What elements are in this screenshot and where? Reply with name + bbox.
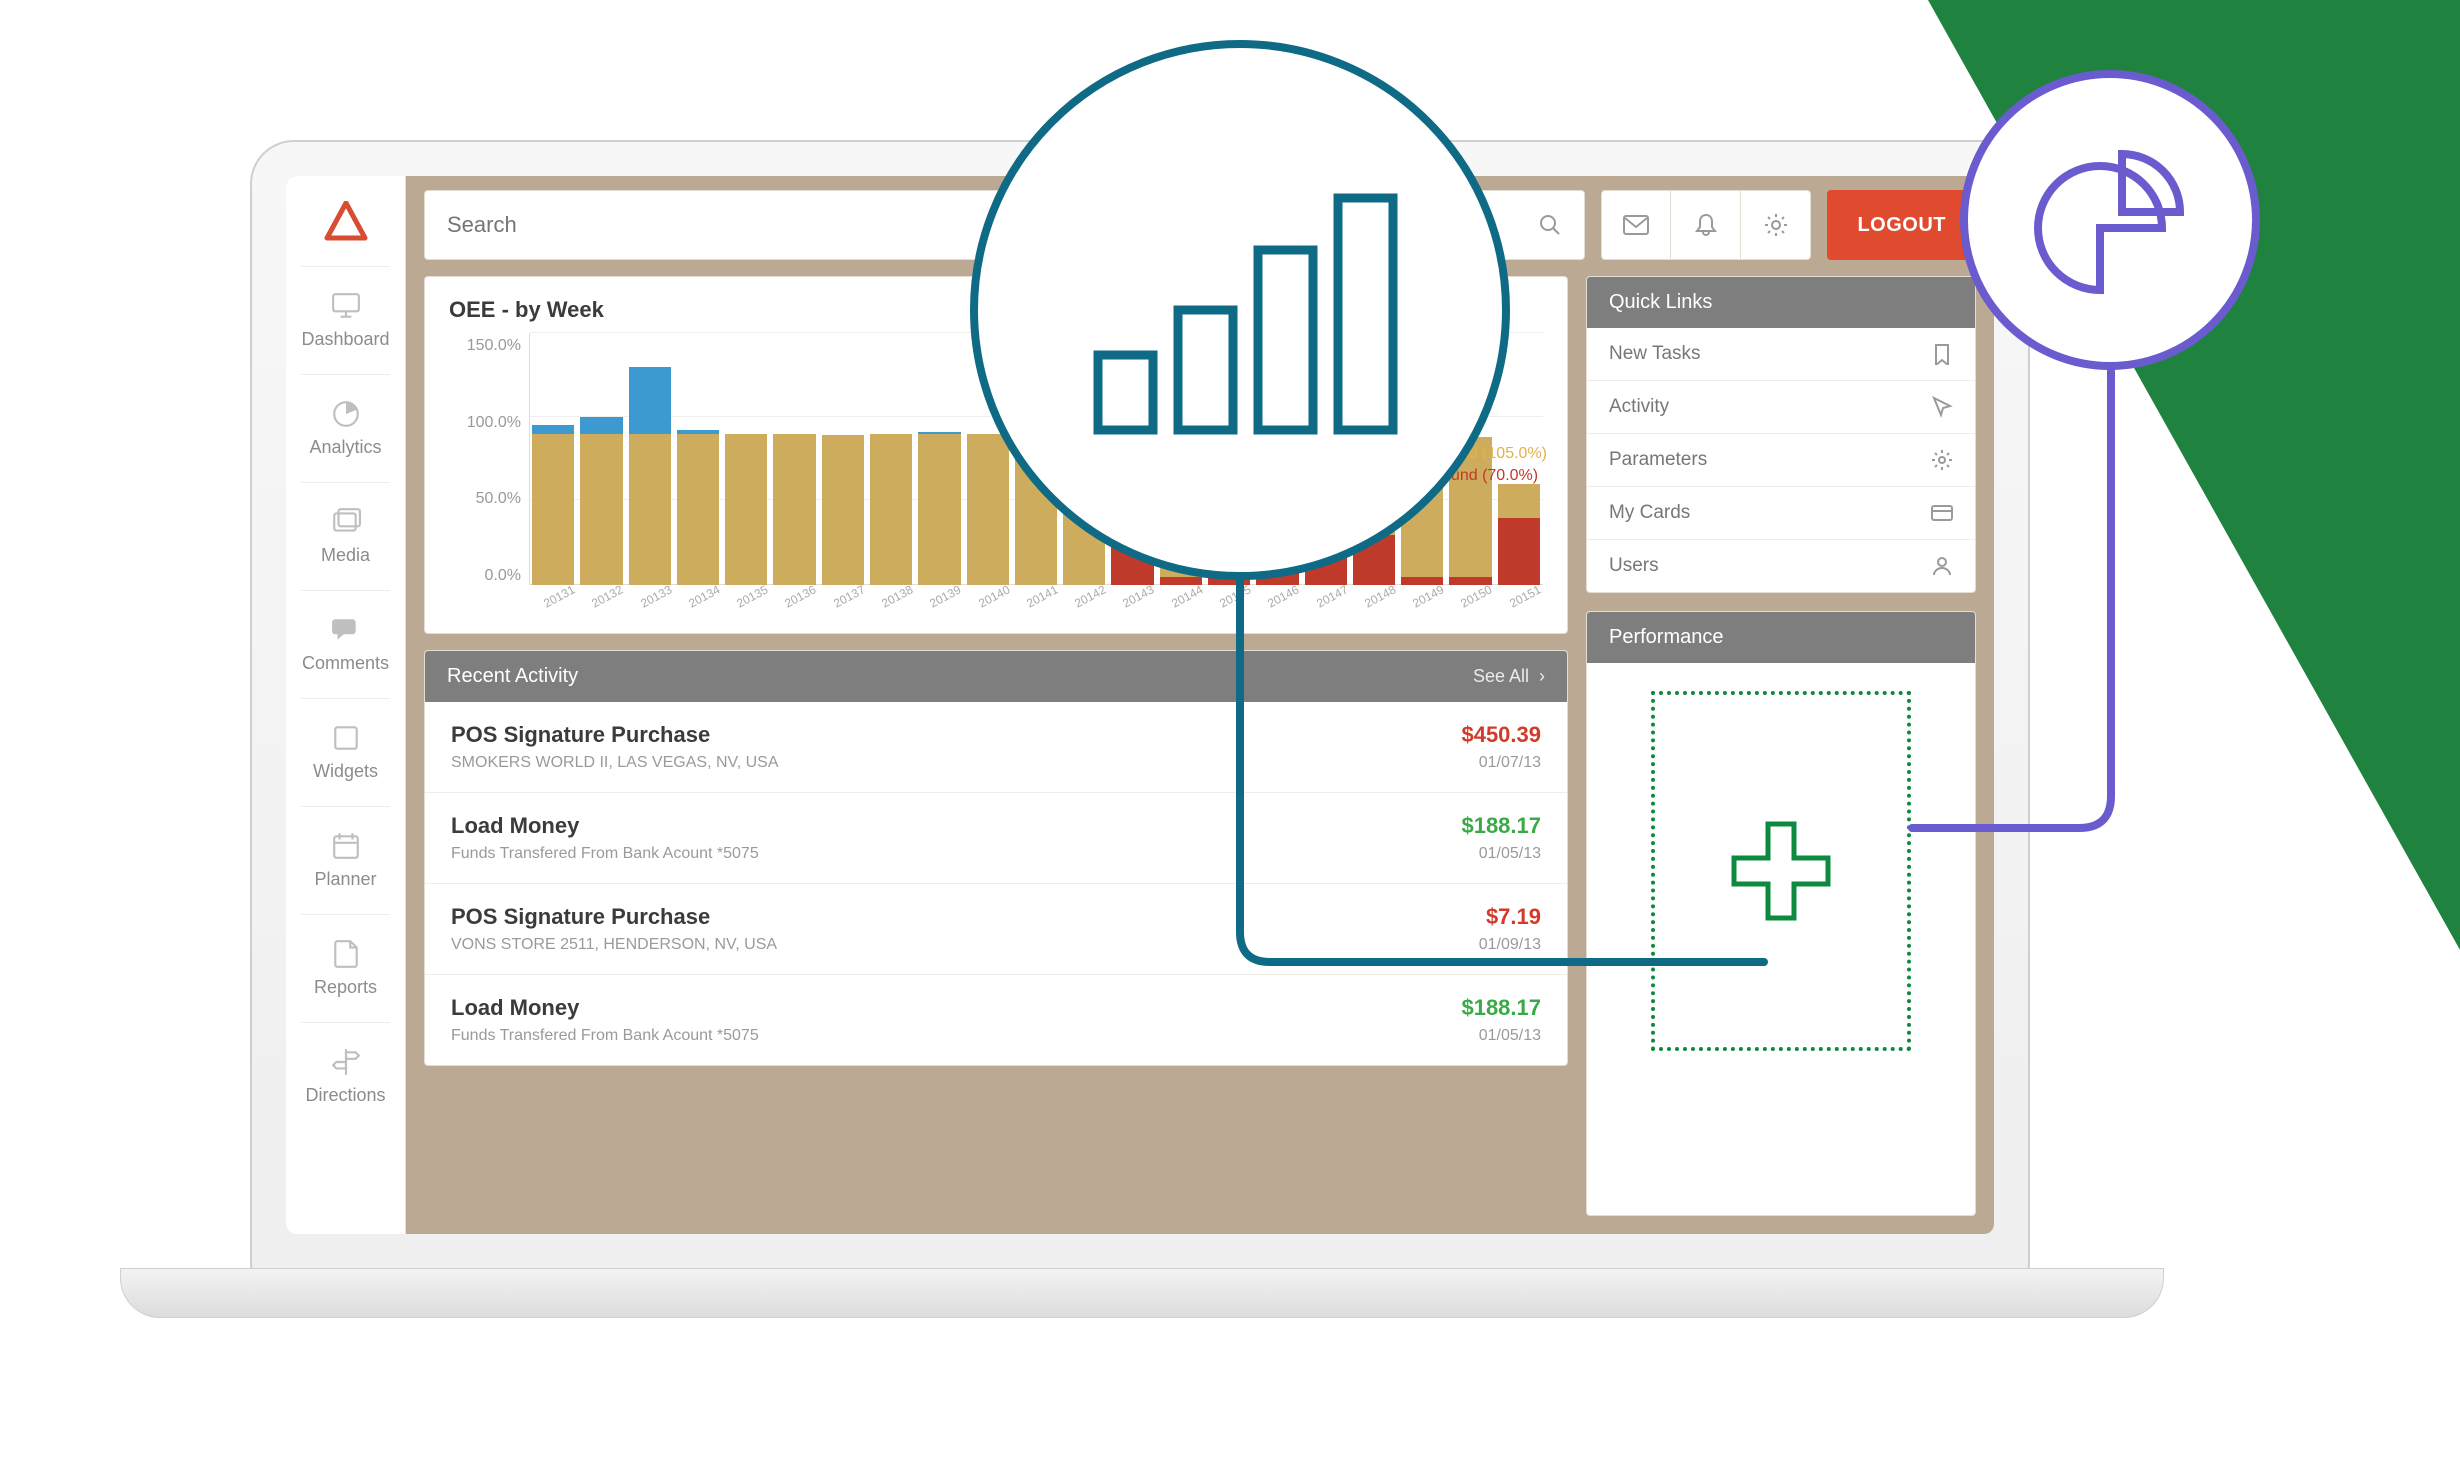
logout-button[interactable]: LOGOUT [1827, 190, 1976, 260]
quicklink-label: My Cards [1609, 502, 1690, 524]
y-tick: 100.0% [467, 414, 521, 432]
document-icon [331, 939, 361, 969]
chart-bar [770, 333, 818, 585]
signpost-icon [331, 1047, 361, 1077]
overlay-bars-badge [970, 40, 1510, 580]
quicklink-label: New Tasks [1609, 343, 1701, 365]
quick-links-title: Quick Links [1609, 291, 1712, 314]
chart-bar [626, 333, 674, 585]
calendar-icon [331, 831, 361, 861]
connector-bars [1232, 570, 1772, 1030]
chat-icon [331, 615, 361, 645]
sidebar-item-comments[interactable]: Comments [301, 590, 389, 698]
activity-subtitle: Funds Transfered From Bank Acount *5075 [451, 845, 759, 863]
sidebar-item-label: Planner [314, 869, 376, 890]
settings-button[interactable] [1741, 190, 1811, 260]
laptop-base [120, 1268, 2164, 1318]
sidebar-item-planner[interactable]: Planner [301, 806, 389, 914]
app-logo [286, 176, 405, 266]
sidebar-item-analytics[interactable]: Analytics [301, 374, 389, 482]
bell-icon [1695, 213, 1717, 237]
sidebar-item-media[interactable]: Media [301, 482, 389, 590]
sidebar-item-widgets[interactable]: Widgets [301, 698, 389, 806]
chart-bar [577, 333, 625, 585]
mail-icon [1623, 215, 1649, 235]
overlay-pie-badge [1960, 70, 2260, 370]
chart-y-axis: 150.0% 100.0% 50.0% 0.0% [449, 333, 529, 623]
sidebar-item-directions[interactable]: Directions [301, 1022, 389, 1130]
bars-icon [1080, 180, 1400, 440]
gear-icon [1763, 212, 1789, 238]
pictures-icon [331, 507, 361, 537]
y-tick: 0.0% [485, 567, 521, 585]
activity-subtitle: Funds Transfered From Bank Acount *5075 [451, 1027, 759, 1045]
activity-subtitle: SMOKERS WORLD II, LAS VEGAS, NV, USA [451, 754, 779, 772]
chart-bar [819, 333, 867, 585]
sidebar: Dashboard Analytics Media Comments Widgets Pl… [286, 176, 406, 1234]
activity-title: POS Signature Purchase [451, 722, 779, 748]
chart-bar [529, 333, 577, 585]
monitor-icon [331, 291, 361, 321]
recent-activity-title: Recent Activity [447, 665, 578, 688]
quick-links-header: Quick Links [1587, 277, 1975, 328]
clock-slice-icon [331, 399, 361, 429]
quicklink-label: Parameters [1609, 449, 1707, 471]
activity-title: POS Signature Purchase [451, 904, 777, 930]
square-icon [331, 723, 361, 753]
pie-icon [2030, 140, 2190, 300]
search-icon [1538, 213, 1562, 237]
activity-title: Load Money [451, 813, 759, 839]
sidebar-item-label: Widgets [313, 761, 378, 782]
y-tick: 50.0% [476, 490, 521, 508]
y-tick: 150.0% [467, 337, 521, 355]
quicklink-label: Activity [1609, 396, 1669, 418]
chart-bar [722, 333, 770, 585]
sidebar-item-label: Comments [302, 653, 389, 674]
activity-subtitle: VONS STORE 2511, HENDERSON, NV, USA [451, 936, 777, 954]
sidebar-item-label: Analytics [309, 437, 381, 458]
connector-pie [1908, 360, 2198, 840]
triangle-logo-icon [324, 201, 368, 241]
chart-bar [674, 333, 722, 585]
sidebar-item-label: Dashboard [301, 329, 389, 350]
messages-button[interactable] [1601, 190, 1671, 260]
sidebar-item-label: Directions [305, 1085, 385, 1106]
chart-bar [867, 333, 915, 585]
sidebar-item-label: Reports [314, 977, 377, 998]
sidebar-item-dashboard[interactable]: Dashboard [301, 266, 389, 374]
sidebar-item-reports[interactable]: Reports [301, 914, 389, 1022]
chart-bar [915, 333, 963, 585]
notifications-button[interactable] [1671, 190, 1741, 260]
activity-title: Load Money [451, 995, 759, 1021]
sidebar-item-label: Media [321, 545, 370, 566]
topbar-icon-group [1601, 190, 1811, 260]
